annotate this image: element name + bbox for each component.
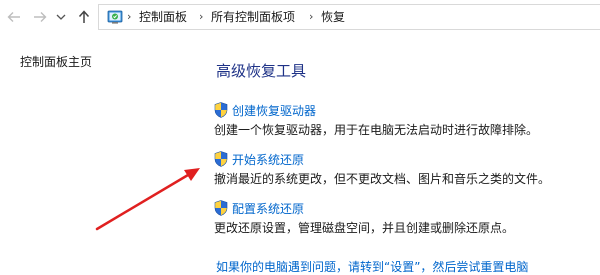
- uac-shield-icon: [214, 151, 228, 167]
- recent-locations-chevron-icon: [56, 14, 66, 20]
- open-system-restore-link[interactable]: 开始系统还原: [232, 151, 304, 168]
- back-arrow-icon: [7, 12, 20, 22]
- page-title: 高级恢复工具: [216, 62, 307, 80]
- breadcrumb-all-items[interactable]: 所有控制面板项: [211, 9, 295, 25]
- tool-description: 撤消最近的系统更改，但不更改文档、图片和音乐之类的文件。: [214, 172, 551, 186]
- forward-arrow-icon: [34, 12, 47, 22]
- back-button[interactable]: [4, 7, 24, 27]
- uac-shield-icon: [214, 102, 228, 118]
- tool-open-system-restore: 开始系统还原 撤消最近的系统更改，但不更改文档、图片和音乐之类的文件。: [214, 151, 550, 187]
- forward-button[interactable]: [30, 7, 50, 27]
- configure-system-restore-link[interactable]: 配置系统还原: [232, 200, 304, 217]
- control-panel-icon: [107, 10, 123, 24]
- reset-pc-settings-link[interactable]: 如果你的电脑遇到问题，请转到“设置”，然后尝试重置电脑: [216, 258, 528, 275]
- uac-shield-icon: [214, 200, 228, 216]
- breadcrumb-control-panel[interactable]: 控制面板: [139, 9, 187, 25]
- path-box[interactable]: › 控制面板 › 所有控制面板项 › 恢复: [98, 4, 600, 30]
- tool-description: 更改还原设置，管理磁盘空间，并且创建或删除还原点。: [214, 221, 515, 235]
- tool-configure-system-restore: 配置系统还原 更改还原设置，管理磁盘空间，并且创建或删除还原点。: [214, 200, 514, 236]
- breadcrumb-separator: ›: [127, 10, 132, 23]
- tool-description: 创建一个恢复驱动器，用于在电脑无法启动时进行故障排除。: [214, 123, 539, 137]
- address-bar: › 控制面板 › 所有控制面板项 › 恢复: [0, 0, 600, 34]
- up-button[interactable]: [74, 7, 94, 27]
- breadcrumb-separator: ›: [309, 10, 314, 23]
- tool-create-recovery-drive: 创建恢复驱动器 创建一个恢复驱动器，用于在电脑无法启动时进行故障排除。: [214, 102, 538, 138]
- breadcrumb-recovery[interactable]: 恢复: [321, 9, 345, 25]
- sidebar-home-link[interactable]: 控制面板主页: [20, 53, 92, 70]
- breadcrumb-separator: ›: [199, 10, 204, 23]
- recent-locations-button[interactable]: [54, 7, 68, 27]
- up-arrow-icon: [78, 10, 90, 23]
- annotation-arrow: [95, 168, 200, 231]
- create-recovery-drive-link[interactable]: 创建恢复驱动器: [232, 102, 316, 119]
